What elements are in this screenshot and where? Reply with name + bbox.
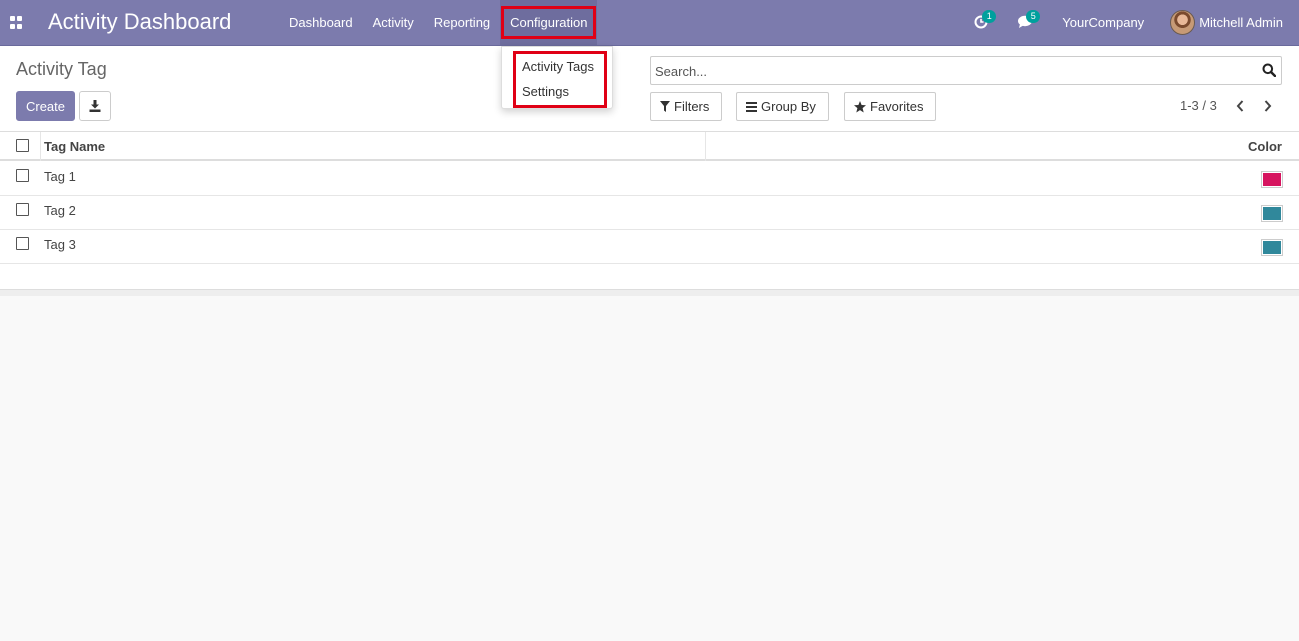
chevron-left-icon[interactable] bbox=[1233, 98, 1247, 114]
row-checkbox[interactable] bbox=[16, 169, 29, 182]
table-row[interactable]: Tag 3 bbox=[0, 230, 1299, 264]
chevron-right-icon[interactable] bbox=[1261, 98, 1275, 114]
app-title[interactable]: Activity Dashboard bbox=[48, 9, 231, 35]
activity-badge: 1 bbox=[982, 9, 997, 23]
export-button[interactable] bbox=[79, 91, 111, 121]
dropdown-item-settings[interactable]: Settings bbox=[522, 84, 569, 99]
list-view: Tag Name Color Tag 1 Tag 2 Tag 3 bbox=[0, 132, 1299, 290]
chat-icon[interactable]: 5 bbox=[1018, 9, 1041, 31]
group-by-label: Group By bbox=[761, 99, 816, 114]
pager-value[interactable]: 1-3 / 3 bbox=[1180, 98, 1217, 113]
select-all-checkbox[interactable] bbox=[16, 139, 29, 152]
favorites-button[interactable]: Favorites bbox=[844, 92, 937, 121]
control-panel: Activity Tag Create Filters Group By Fav… bbox=[0, 46, 1299, 132]
search-bar bbox=[650, 56, 1282, 85]
download-icon bbox=[89, 100, 101, 112]
column-header-tag-name[interactable]: Tag Name bbox=[44, 139, 105, 154]
avatar bbox=[1170, 10, 1196, 35]
row-checkbox[interactable] bbox=[16, 203, 29, 216]
filters-label: Filters bbox=[674, 99, 710, 114]
search-input[interactable] bbox=[655, 61, 1245, 81]
breadcrumb: Activity Tag bbox=[16, 59, 107, 79]
menu-configuration-label: Configuration bbox=[501, 6, 597, 39]
table-row[interactable]: Tag 1 bbox=[0, 162, 1299, 196]
top-navbar: Activity Dashboard Dashboard Activity Re… bbox=[0, 0, 1299, 46]
systray: 1 5 YourCompany Mitchell Admin bbox=[974, 0, 1299, 45]
create-button[interactable]: Create bbox=[16, 91, 75, 121]
favorites-label: Favorites bbox=[870, 99, 924, 114]
user-menu[interactable]: Mitchell Admin bbox=[1170, 10, 1283, 35]
row-checkbox[interactable] bbox=[16, 237, 29, 250]
color-swatch bbox=[1261, 205, 1283, 222]
menu-dashboard[interactable]: Dashboard bbox=[279, 0, 363, 45]
menu-reporting[interactable]: Reporting bbox=[424, 0, 500, 45]
message-badge: 5 bbox=[1026, 9, 1041, 23]
table-header: Tag Name Color bbox=[0, 132, 1299, 161]
table-row[interactable]: Tag 2 bbox=[0, 196, 1299, 230]
dropdown-item-activity-tags[interactable]: Activity Tags bbox=[522, 59, 594, 74]
apps-grid-icon[interactable] bbox=[10, 16, 23, 29]
search-icon[interactable] bbox=[1262, 63, 1277, 78]
user-name: Mitchell Admin bbox=[1199, 15, 1283, 30]
column-header-color[interactable]: Color bbox=[1248, 139, 1282, 154]
column-divider bbox=[705, 132, 706, 161]
menu-configuration[interactable]: Configuration bbox=[500, 0, 598, 45]
star-icon bbox=[854, 100, 866, 112]
column-divider bbox=[40, 132, 41, 161]
activity-clock-icon[interactable]: 1 bbox=[974, 9, 997, 31]
tag-name: Tag 2 bbox=[44, 203, 76, 218]
filters-button[interactable]: Filters bbox=[650, 92, 723, 121]
group-by-button[interactable]: Group By bbox=[736, 92, 829, 121]
color-swatch bbox=[1261, 171, 1283, 188]
tag-name: Tag 3 bbox=[44, 237, 76, 252]
configuration-dropdown: Activity Tags Settings bbox=[501, 46, 613, 109]
tag-name: Tag 1 bbox=[44, 169, 76, 184]
menu-activity[interactable]: Activity bbox=[363, 0, 424, 45]
filter-icon bbox=[660, 101, 670, 112]
bars-icon bbox=[746, 101, 757, 112]
company-switcher[interactable]: YourCompany bbox=[1062, 15, 1144, 30]
main-menu: Dashboard Activity Reporting Configurati… bbox=[279, 0, 598, 45]
list-footer-divider bbox=[0, 290, 1299, 296]
color-swatch bbox=[1261, 239, 1283, 256]
